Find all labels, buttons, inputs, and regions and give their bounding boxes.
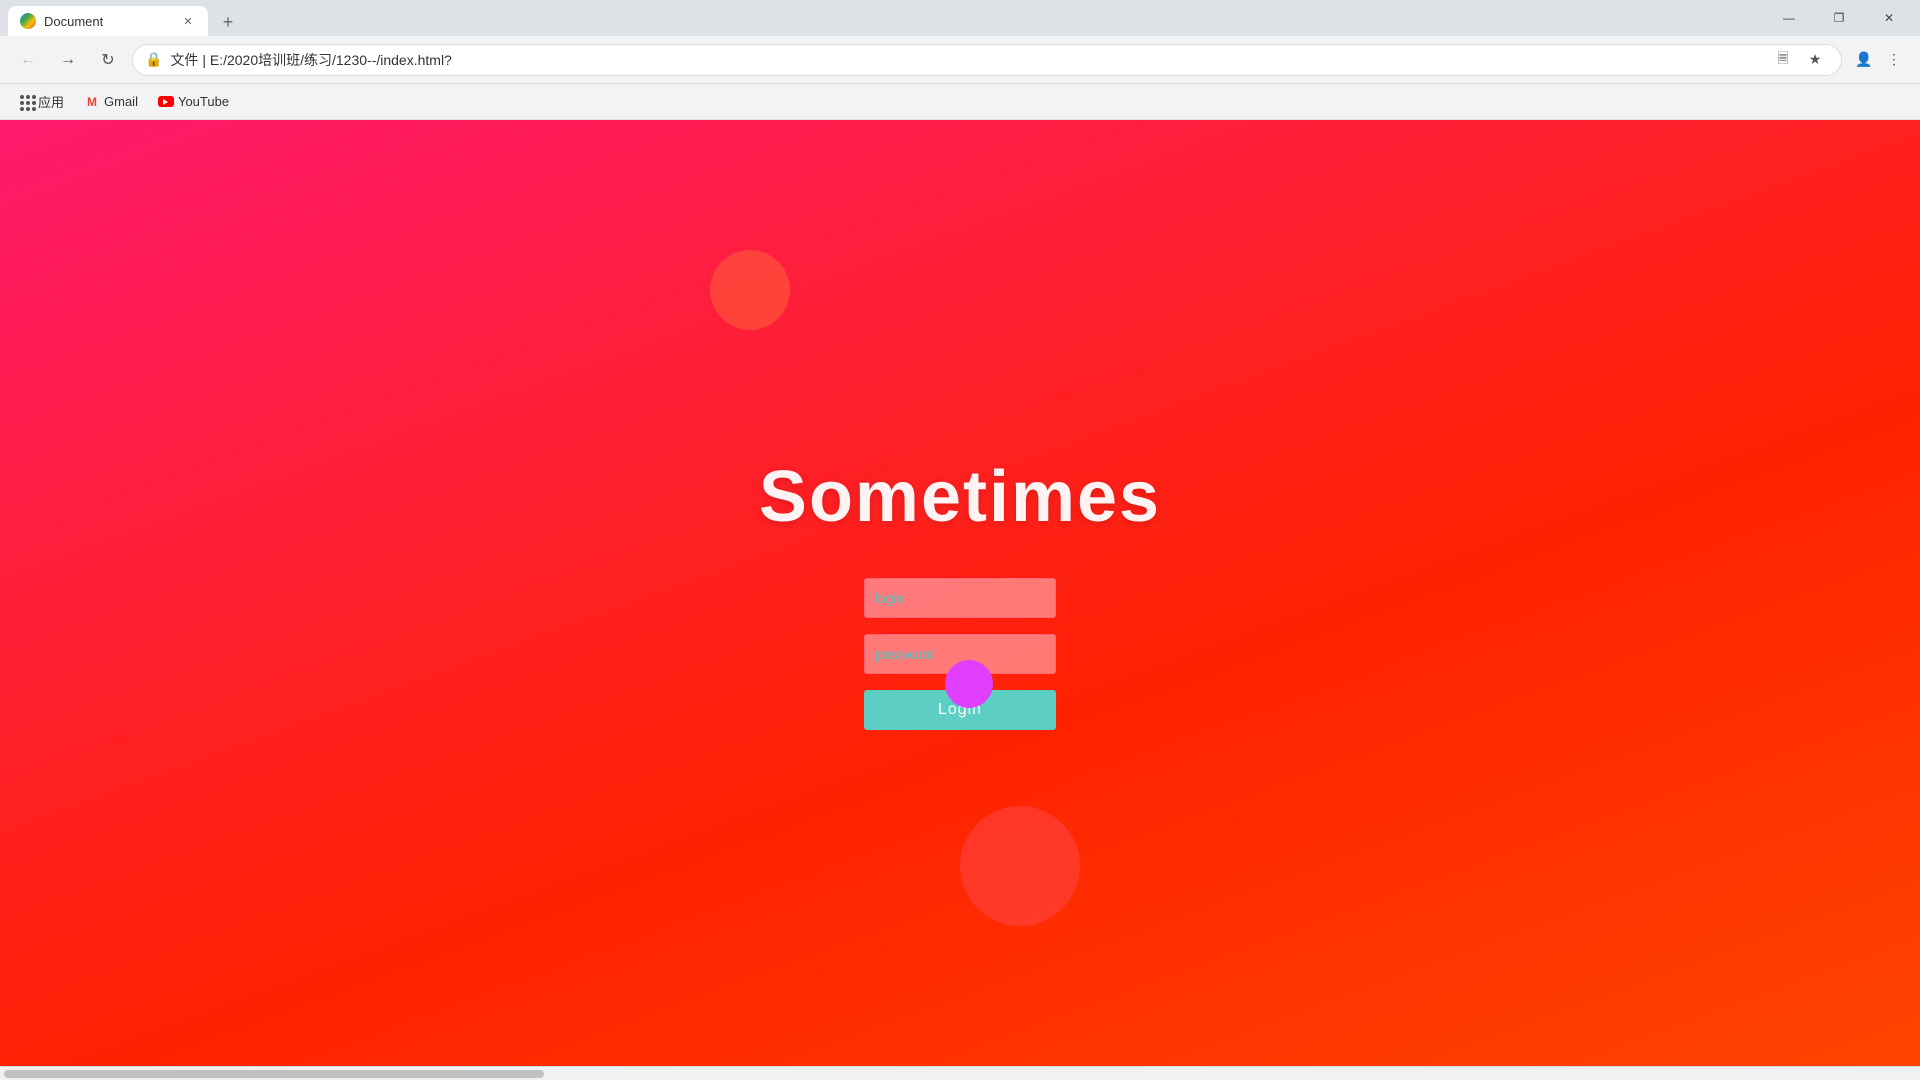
tab-area: Document ✕ + [8, 0, 242, 36]
address-bar[interactable]: 🔒 文件 | E:/2020培训班/练习/1230--/index.html? … [132, 44, 1842, 76]
tab-close-button[interactable]: ✕ [180, 13, 196, 29]
address-text: 文件 | E:/2020培训班/练习/1230--/index.html? [170, 50, 1761, 70]
apps-button[interactable]: 应用 [12, 88, 72, 115]
new-tab-button[interactable]: + [214, 8, 242, 36]
login-input[interactable] [864, 578, 1056, 618]
back-button[interactable]: ← [12, 44, 44, 76]
browser-right-icons: 👤 ⋮ [1850, 46, 1908, 74]
youtube-icon [158, 94, 174, 110]
title-bar: Document ✕ + — ❐ ✕ [0, 0, 1920, 36]
scrollbar-area [0, 1066, 1920, 1080]
login-button[interactable]: Login [864, 690, 1056, 730]
maximize-button[interactable]: ❐ [1816, 0, 1862, 36]
deco-circle-bottom-right [960, 806, 1080, 926]
bookmarks-bar: 应用 M Gmail YouTube [0, 84, 1920, 120]
menu-icon[interactable]: ⋮ [1880, 46, 1908, 74]
close-button[interactable]: ✕ [1866, 0, 1912, 36]
browser-frame: Document ✕ + — ❐ ✕ ← → ↻ 🔒 文件 | E:/2020培… [0, 0, 1920, 1080]
login-form: Login [864, 578, 1056, 730]
address-lock-icon: 🔒 [145, 51, 162, 68]
tab-favicon [20, 13, 36, 29]
page-heading: Sometimes [759, 456, 1161, 538]
address-right-icons: 🗏 ★ [1769, 46, 1829, 74]
bookmark-gmail[interactable]: M Gmail [76, 90, 146, 114]
apps-label: 应用 [38, 92, 64, 111]
tab-title: Document [44, 14, 172, 29]
apps-grid-icon [20, 95, 34, 109]
gmail-icon: M [84, 94, 100, 110]
deco-circle-top [710, 250, 790, 330]
window-controls: — ❐ ✕ [1766, 0, 1912, 36]
forward-button[interactable]: → [52, 44, 84, 76]
bookmark-star-icon[interactable]: ★ [1801, 46, 1829, 74]
password-input[interactable] [864, 634, 1056, 674]
page-content: Sometimes Login [0, 120, 1920, 1066]
nav-bar: ← → ↻ 🔒 文件 | E:/2020培训班/练习/1230--/index.… [0, 36, 1920, 84]
bookmark-youtube[interactable]: YouTube [150, 90, 237, 114]
gmail-label: Gmail [104, 94, 138, 109]
scrollbar-thumb[interactable] [4, 1070, 544, 1078]
youtube-label: YouTube [178, 94, 229, 109]
browser-tab[interactable]: Document ✕ [8, 6, 208, 36]
refresh-button[interactable]: ↻ [92, 44, 124, 76]
minimize-button[interactable]: — [1766, 0, 1812, 36]
translate-icon[interactable]: 🗏 [1769, 46, 1797, 74]
account-icon[interactable]: 👤 [1850, 46, 1878, 74]
